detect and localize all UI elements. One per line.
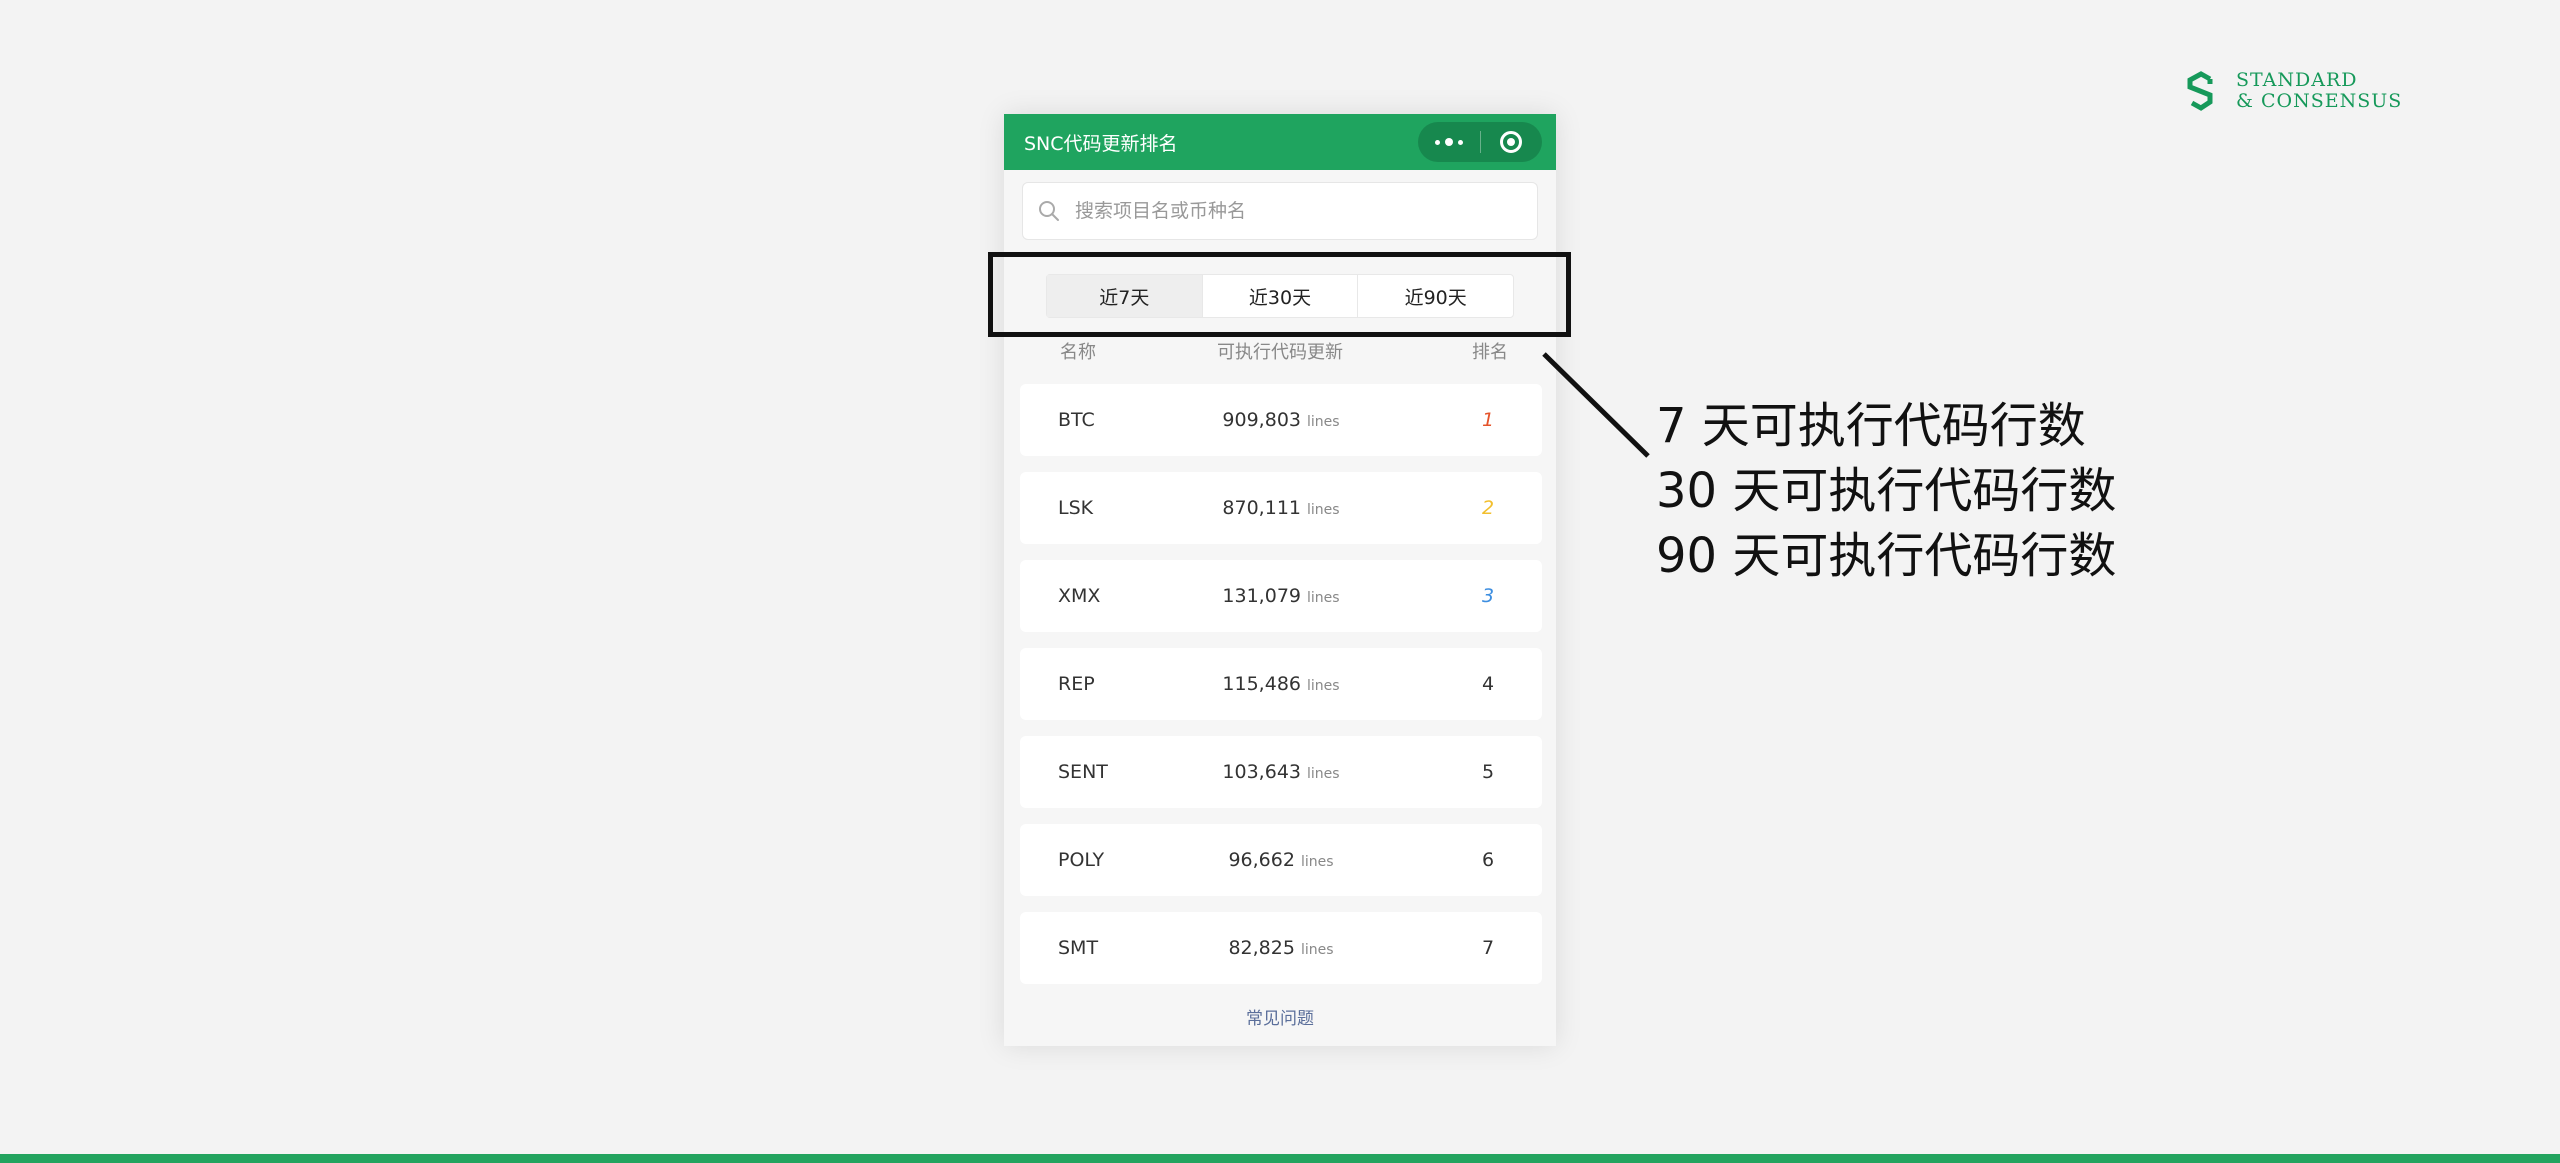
mini-program-capsule bbox=[1418, 122, 1542, 162]
rank-number: 7 bbox=[1481, 937, 1495, 959]
brand-line-2: & CONSENSUS bbox=[2236, 90, 2403, 112]
list-item[interactable]: POLY 96,662 lines 6 bbox=[1020, 824, 1542, 896]
s-logo-icon bbox=[2187, 71, 2213, 111]
lines-unit: lines bbox=[1307, 766, 1340, 782]
more-button[interactable] bbox=[1418, 122, 1480, 162]
search-icon bbox=[1039, 201, 1059, 221]
code-updates: 131,079 lines bbox=[1020, 560, 1542, 634]
lines-value: 82,825 bbox=[1228, 937, 1295, 959]
rank-number: 1 bbox=[1481, 409, 1495, 431]
column-headers: 名称 可执行代码更新 排名 bbox=[1022, 338, 1538, 368]
rank-number: 5 bbox=[1481, 761, 1495, 783]
close-button[interactable] bbox=[1481, 122, 1543, 162]
rank-number: 6 bbox=[1481, 849, 1495, 871]
code-updates: 103,643 lines bbox=[1020, 736, 1542, 810]
annotation-line-7-days: 7 天可执行代码行数 bbox=[1656, 398, 2086, 454]
lines-value: 115,486 bbox=[1222, 673, 1301, 695]
list-item[interactable]: SENT 103,643 lines 5 bbox=[1020, 736, 1542, 808]
brand-line-1: STANDARD bbox=[2236, 69, 2358, 91]
lines-unit: lines bbox=[1307, 678, 1340, 694]
code-updates: 96,662 lines bbox=[1020, 824, 1542, 898]
lines-unit: lines bbox=[1307, 502, 1340, 518]
target-icon bbox=[1500, 131, 1523, 153]
more-dots-icon bbox=[1434, 138, 1463, 146]
lines-value: 96,662 bbox=[1228, 849, 1295, 871]
search-input[interactable] bbox=[1075, 200, 1495, 222]
faq-link[interactable]: 常见问题 bbox=[1004, 1004, 1556, 1029]
list-item[interactable]: REP 115,486 lines 4 bbox=[1020, 648, 1542, 720]
lines-unit: lines bbox=[1307, 590, 1340, 606]
lines-unit: lines bbox=[1300, 942, 1334, 958]
lines-value: 870,111 bbox=[1222, 497, 1301, 519]
list-item[interactable]: XMX 131,079 lines 3 bbox=[1020, 560, 1542, 632]
app-title: SNC代码更新排名 bbox=[1024, 132, 1178, 155]
annotation-line-30-days: 30 天可执行代码行数 bbox=[1656, 463, 2117, 519]
lines-unit: lines bbox=[1300, 854, 1334, 870]
annotation-line-90-days: 90 天可执行代码行数 bbox=[1656, 528, 2117, 584]
rank-number: 4 bbox=[1481, 673, 1495, 695]
lines-value: 131,079 bbox=[1222, 585, 1301, 607]
code-updates: 82,825 lines bbox=[1020, 912, 1542, 986]
app-header: SNC代码更新排名 bbox=[1004, 114, 1556, 170]
annotation-text: 7 天可执行代码行数 30 天可执行代码行数 90 天可执行代码行数 bbox=[1656, 394, 2116, 589]
code-updates: 909,803 lines bbox=[1020, 384, 1542, 458]
callout-line bbox=[1542, 352, 1650, 458]
code-updates: 870,111 lines bbox=[1020, 472, 1542, 546]
brand-name: STANDARD & CONSENSUS bbox=[2236, 70, 2402, 112]
ranking-list: BTC 909,803 lines 1 LSK 870,111 lines 2 XM… bbox=[1020, 384, 1542, 1000]
lines-unit: lines bbox=[1307, 414, 1340, 430]
lines-value: 909,803 bbox=[1222, 409, 1301, 431]
rank-number: 3 bbox=[1481, 585, 1495, 607]
tabs-highlight-box bbox=[988, 252, 1571, 337]
column-header-rank: 排名 bbox=[1472, 342, 1508, 363]
brand-logo: STANDARD & CONSENSUS bbox=[2184, 70, 2402, 112]
list-item[interactable]: LSK 870,111 lines 2 bbox=[1020, 472, 1542, 544]
code-updates: 115,486 lines bbox=[1020, 648, 1542, 722]
rank-number: 2 bbox=[1481, 497, 1495, 519]
column-header-updates: 可执行代码更新 bbox=[1217, 342, 1343, 363]
list-item[interactable]: SMT 82,825 lines 7 bbox=[1020, 912, 1542, 984]
bottom-accent-bar bbox=[0, 1154, 2560, 1163]
lines-value: 103,643 bbox=[1222, 761, 1301, 783]
list-item[interactable]: BTC 909,803 lines 1 bbox=[1020, 384, 1542, 456]
search-bar[interactable] bbox=[1022, 182, 1538, 240]
